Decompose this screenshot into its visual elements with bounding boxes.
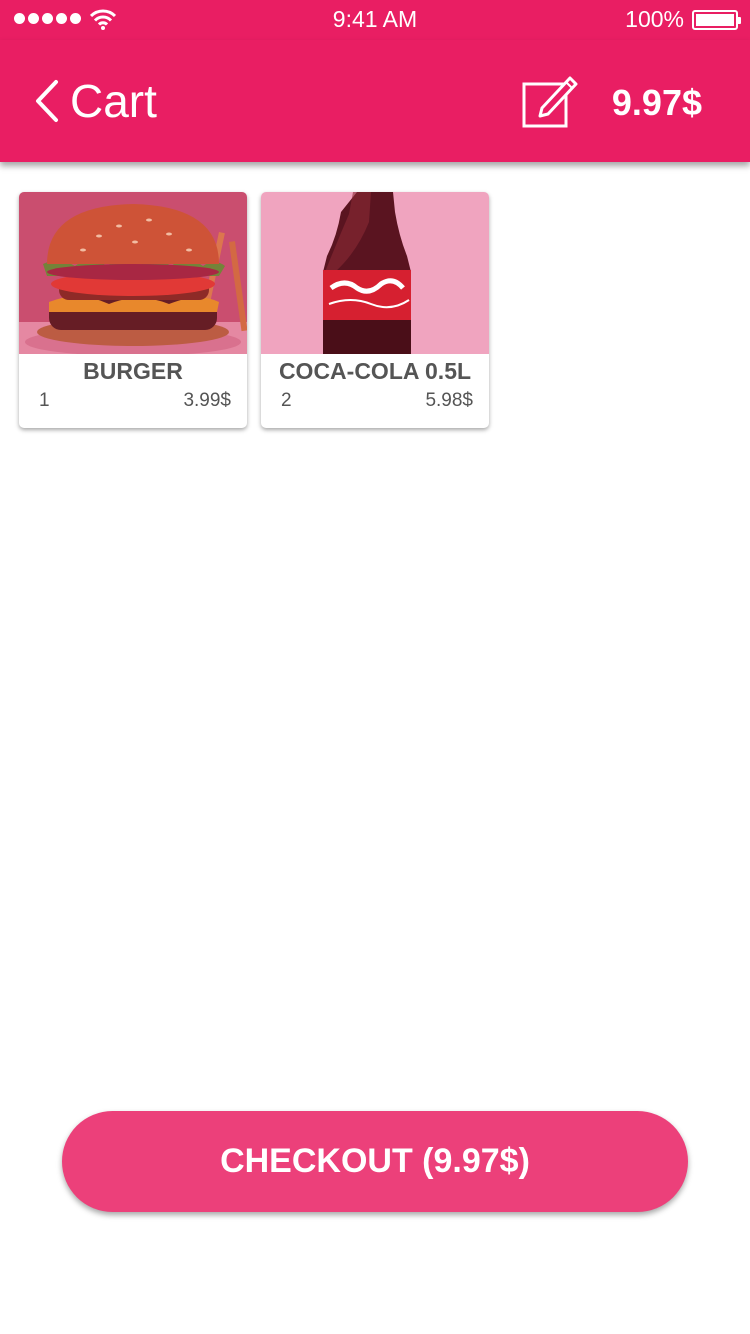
status-bar: 9:41 AM 100% [0, 0, 750, 40]
navigation-bar: Cart 9.97$ [0, 40, 750, 162]
item-quantity: 2 [281, 390, 292, 411]
item-price: 3.99$ [183, 390, 231, 411]
edit-icon[interactable] [520, 72, 580, 132]
cart-item-card[interactable]: BURGER 1 3.99$ [19, 192, 247, 428]
cart-item-card[interactable]: COCA-COLA 0.5L 2 5.98$ [261, 192, 489, 428]
coca-cola-image [261, 192, 489, 354]
battery-icon [692, 10, 741, 30]
back-button[interactable]: Cart [32, 70, 157, 132]
page-title: Cart [70, 75, 157, 127]
cart-items-grid: BURGER 1 3.99$ COCA-COLA 0.5L 2 5.98$ [19, 192, 489, 428]
item-name: COCA-COLA 0.5L [278, 358, 472, 384]
burger-image [19, 192, 247, 354]
item-quantity: 1 [39, 390, 50, 411]
checkout-button[interactable]: CHECKOUT (9.97$) [62, 1111, 688, 1212]
battery-percentage: 100% [625, 6, 684, 32]
item-name: BURGER [83, 358, 183, 384]
chevron-left-icon [36, 80, 58, 122]
item-price: 5.98$ [425, 390, 473, 411]
cart-total: 9.97$ [611, 82, 702, 123]
